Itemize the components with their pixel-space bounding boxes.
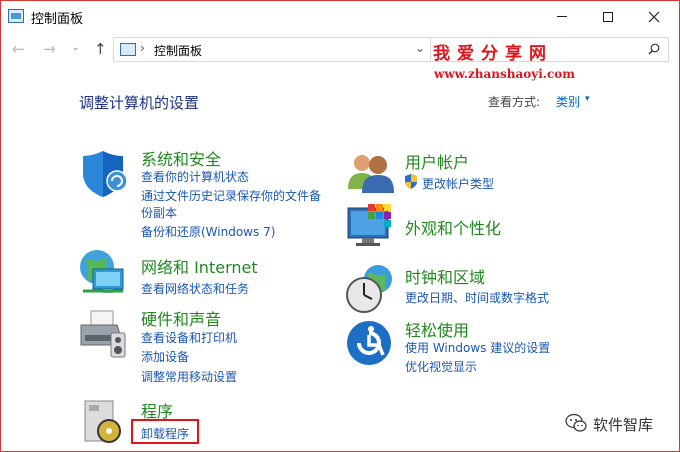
watermark-title: 我爱分享网	[433, 44, 553, 64]
chevron-down-icon[interactable]: ▾	[585, 94, 590, 104]
shield-icon[interactable]	[79, 147, 131, 199]
appearance-monitor-icon[interactable]	[346, 202, 398, 254]
category-appearance[interactable]: 外观和个性化	[405, 215, 501, 239]
clock-globe-icon[interactable]	[344, 263, 396, 315]
address-dropdown-button[interactable]: ⌄	[415, 41, 425, 55]
link-optimize-visual[interactable]: 优化视觉显示	[405, 358, 477, 375]
category-hardware-sound[interactable]: 硬件和声音	[141, 306, 221, 330]
link-add-device[interactable]: 添加设备	[141, 348, 189, 365]
minimize-button[interactable]	[539, 1, 585, 32]
programs-disc-icon[interactable]	[81, 395, 133, 447]
view-by-label: 查看方式:	[488, 95, 541, 109]
user-accounts-icon[interactable]	[346, 149, 398, 201]
category-network-internet[interactable]: 网络和 Internet	[141, 254, 258, 278]
watermark-footer-text: 软件智库	[593, 416, 654, 434]
link-network-status[interactable]: 查看网络状态和任务	[141, 280, 249, 297]
link-file-history[interactable]: 通过文件历史记录保存你的文件备	[141, 187, 321, 204]
close-button[interactable]	[631, 1, 677, 32]
uac-shield-icon	[405, 174, 417, 189]
network-globe-icon[interactable]	[77, 247, 129, 299]
navigation-bar: ← → ⌄ ↑ › 控制面板 ⌄	[1, 33, 679, 67]
ease-of-access-icon[interactable]	[345, 317, 397, 369]
title-bar: 控制面板	[1, 1, 679, 32]
link-file-history-cont[interactable]: 份副本	[141, 204, 177, 221]
link-devices-printers[interactable]: 查看设备和打印机	[141, 329, 237, 346]
window-title: 控制面板	[31, 12, 84, 27]
watermark-url: www.zhanshaoyi.com	[434, 67, 575, 81]
forward-button[interactable]: →	[43, 40, 56, 58]
printer-icon[interactable]	[77, 307, 129, 359]
category-clock-region[interactable]: 时钟和区域	[405, 264, 485, 288]
link-change-account-type[interactable]: 更改帐户类型	[422, 175, 494, 192]
link-windows-recommended[interactable]: 使用 Windows 建议的设置	[405, 339, 550, 356]
minimize-icon	[557, 16, 567, 17]
breadcrumb-control-panel[interactable]: 控制面板	[154, 42, 202, 59]
maximize-button[interactable]	[585, 1, 631, 32]
maximize-icon	[603, 11, 613, 22]
link-view-computer-status[interactable]: 查看你的计算机状态	[141, 168, 249, 185]
page-title: 调整计算机的设置	[79, 94, 200, 112]
wechat-icon	[565, 413, 587, 432]
category-ease-of-access[interactable]: 轻松使用	[405, 317, 469, 341]
breadcrumb-separator-icon: ›	[140, 41, 145, 55]
category-user-accounts[interactable]: 用户帐户	[405, 149, 469, 173]
control-panel-icon	[120, 43, 136, 56]
search-icon	[648, 43, 660, 55]
control-panel-icon	[8, 9, 24, 23]
back-button[interactable]: ←	[12, 40, 25, 58]
control-panel-window: 控制面板 ← → ⌄ ↑ › 控制面板 ⌄ 我爱分享网 www.zhanshao…	[0, 0, 680, 452]
up-button[interactable]: ↑	[94, 40, 107, 58]
close-icon	[648, 11, 660, 22]
link-change-date-time[interactable]: 更改日期、时间或数字格式	[405, 289, 549, 306]
highlight-box	[131, 419, 199, 444]
address-bar[interactable]: › 控制面板 ⌄	[113, 37, 431, 62]
link-backup-restore[interactable]: 备份和还原(Windows 7)	[141, 223, 275, 240]
recent-locations-button[interactable]: ⌄	[72, 43, 80, 53]
link-mobility-settings[interactable]: 调整常用移动设置	[141, 368, 237, 385]
category-system-security[interactable]: 系统和安全	[141, 146, 221, 170]
view-by-dropdown[interactable]: 类别	[556, 93, 580, 110]
